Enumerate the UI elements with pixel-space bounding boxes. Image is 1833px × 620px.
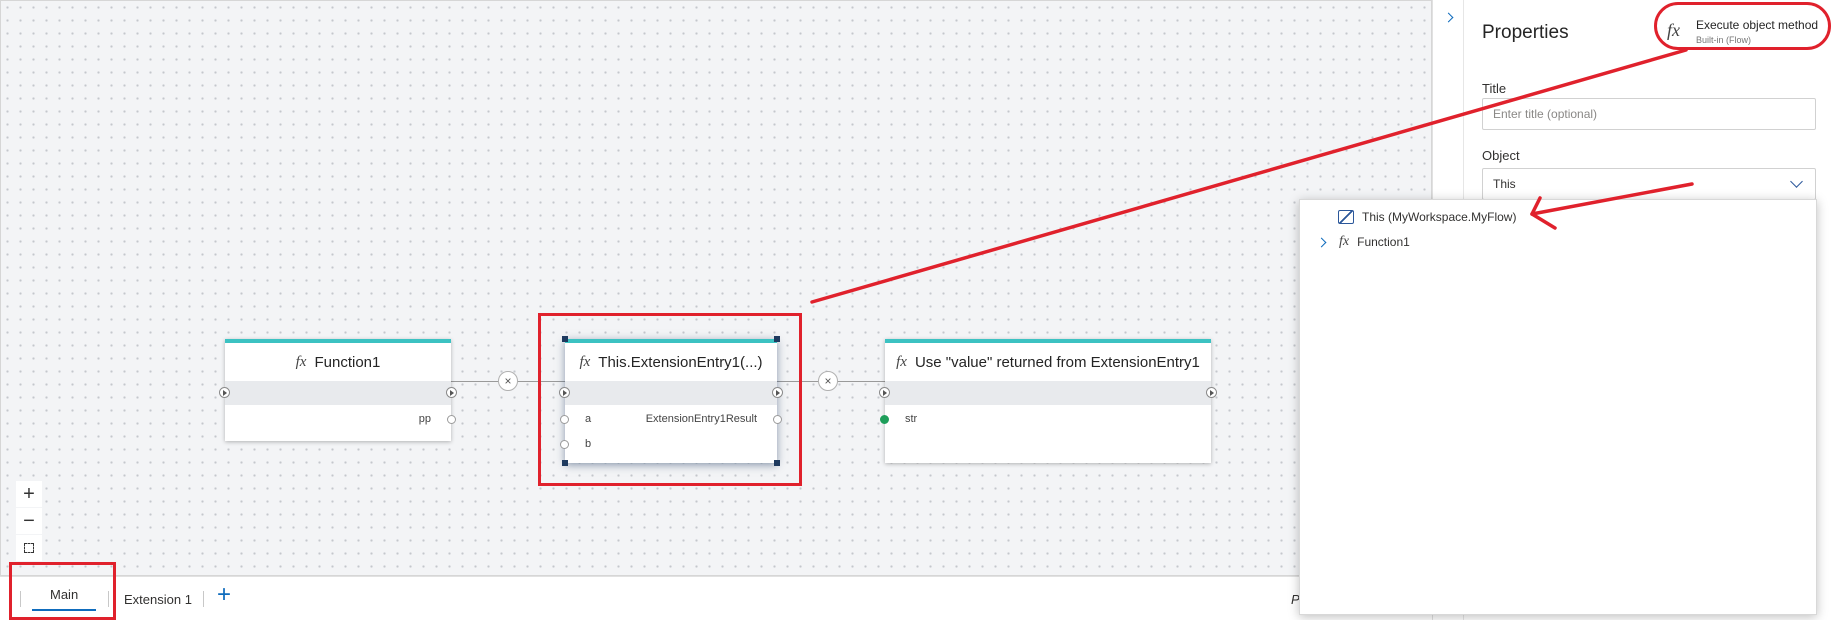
object-select-value: This bbox=[1493, 177, 1516, 191]
dropdown-option-function1[interactable]: fx Function1 bbox=[1316, 234, 1410, 250]
node-title: Function1 bbox=[314, 353, 381, 371]
tab-extension-1[interactable]: Extension 1 bbox=[124, 592, 192, 607]
tab-divider bbox=[203, 591, 204, 607]
flow-out-port[interactable] bbox=[446, 387, 457, 398]
flow-out-port[interactable] bbox=[1206, 387, 1217, 398]
object-dropdown-list: This (MyWorkspace.MyFlow) fx Function1 bbox=[1299, 199, 1817, 615]
title-input[interactable] bbox=[1482, 98, 1816, 130]
annotation-ellipse-node-type bbox=[1654, 2, 1831, 50]
input-pin-connected[interactable] bbox=[880, 415, 889, 424]
flow-canvas[interactable]: × × fx Function1 pp fx This.ExtensionEnt… bbox=[0, 0, 1432, 576]
collapse-panel-icon[interactable] bbox=[1443, 12, 1454, 23]
object-icon bbox=[1338, 210, 1354, 224]
fx-icon: fx bbox=[896, 353, 907, 370]
chevron-down-icon bbox=[1790, 175, 1803, 188]
function-node[interactable]: fx Function1 pp bbox=[219, 339, 457, 441]
annotation-box-selected-node bbox=[538, 313, 802, 486]
zoom-out-button[interactable]: − bbox=[16, 508, 42, 534]
zoom-in-button[interactable]: + bbox=[16, 481, 42, 507]
output-pin[interactable] bbox=[447, 415, 456, 424]
object-label: Object bbox=[1482, 148, 1520, 163]
node-title: Use "value" returned from ExtensionEntry… bbox=[914, 353, 1200, 371]
fx-icon: fx bbox=[1339, 234, 1350, 249]
delete-connection-button[interactable]: × bbox=[818, 371, 838, 391]
flow-in-port[interactable] bbox=[219, 387, 230, 398]
fit-to-screen-button[interactable] bbox=[16, 535, 42, 561]
option-label: Function1 bbox=[1357, 235, 1410, 249]
title-label: Title bbox=[1482, 81, 1507, 96]
chevron-right-icon[interactable] bbox=[1316, 237, 1327, 247]
delete-connection-button[interactable]: × bbox=[498, 371, 518, 391]
fx-icon: fx bbox=[295, 353, 307, 370]
option-label: This (MyWorkspace.MyFlow) bbox=[1362, 210, 1517, 224]
flow-in-port[interactable] bbox=[879, 387, 890, 398]
annotation-box-main-tab bbox=[9, 562, 116, 620]
fit-screen-icon bbox=[24, 543, 34, 553]
plus-icon: + bbox=[23, 482, 35, 505]
document-tab-bar: Main Extension 1 + P bbox=[0, 576, 1432, 620]
properties-header: Properties bbox=[1482, 22, 1569, 43]
add-tab-button[interactable]: + bbox=[217, 581, 231, 609]
input-label: str bbox=[905, 413, 918, 425]
output-label: pp bbox=[418, 413, 431, 425]
minus-icon: − bbox=[23, 509, 35, 532]
dropdown-option-this[interactable]: This (MyWorkspace.MyFlow) bbox=[1338, 210, 1516, 224]
object-select[interactable]: This bbox=[1482, 168, 1816, 200]
use-value-node[interactable]: fx Use "value" returned from ExtensionEn… bbox=[879, 339, 1217, 463]
flow-port-bar bbox=[219, 381, 457, 405]
flow-port-bar bbox=[879, 381, 1217, 405]
